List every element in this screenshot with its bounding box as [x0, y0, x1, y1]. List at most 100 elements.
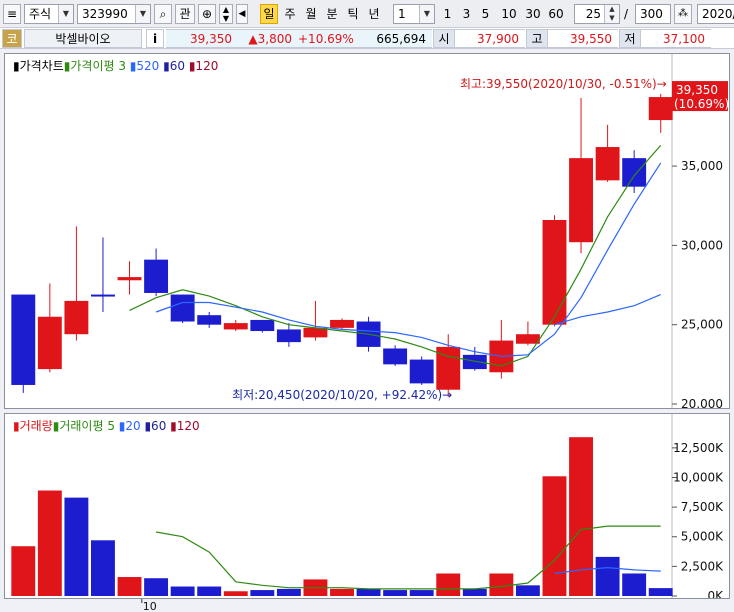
info-button[interactable]: i [146, 29, 164, 48]
candle-body [622, 158, 647, 187]
candle-body [91, 294, 115, 297]
total-input-value: 300 [640, 7, 663, 21]
count-slash: / [624, 7, 629, 21]
candle-body [170, 294, 195, 322]
code-input[interactable]: 323990 ▼ [77, 4, 151, 24]
chevron-down-icon[interactable]: ▼ [58, 5, 73, 23]
volume-bar [144, 578, 169, 596]
x-tick-label: 10 [143, 600, 157, 612]
open-label: 시 [433, 29, 455, 48]
menu-icon[interactable]: ≡ [3, 4, 21, 24]
interval-select[interactable]: 1 ▼ [393, 4, 435, 24]
volume-bar [117, 577, 142, 596]
y-tick-label: 5,000K [681, 530, 724, 544]
interval-5[interactable]: 5 [478, 4, 493, 24]
volume-bar [223, 591, 248, 596]
y-tick-label: 12,500K [673, 441, 724, 455]
legend-entry: ▮가격이평 [64, 59, 115, 73]
market-tag: 코 [2, 29, 22, 48]
spin-icon[interactable]: ▲ ▼ [219, 4, 233, 24]
count-input-value: 25 [585, 7, 601, 21]
y-tick-label: 20,000 [681, 397, 723, 408]
legend-entry: 3 [115, 59, 126, 73]
market-select-value: 주식 [29, 7, 52, 21]
volume-bar [409, 590, 434, 596]
high-annotation: 최고:39,550(2020/10/30, -0.51%)→ [460, 77, 667, 91]
last-price-label: 39,350 [676, 83, 718, 97]
search-button[interactable]: ⌕ [154, 4, 172, 24]
y-tick-label: 0K [707, 589, 724, 598]
legend-entry: 5 [104, 419, 115, 433]
code-input-value: 323990 [82, 7, 128, 21]
link-icon[interactable]: ⊕ [198, 4, 216, 24]
period-minute[interactable]: 분 [323, 4, 341, 24]
chevron-down-icon[interactable]: ▼ [135, 5, 150, 23]
volume-bar [276, 588, 301, 596]
legend-entry: ▮거래량 [13, 419, 53, 433]
candle-body [595, 147, 620, 181]
period-tick[interactable]: 틱 [344, 4, 362, 24]
volume-value: 665,694 [358, 29, 432, 48]
period-year[interactable]: 년 [365, 4, 383, 24]
y-tick-label: 7,500K [681, 500, 724, 514]
volume-legend: ▮거래량▮거래이평 5 ▮20 ▮60 ▮120 [13, 419, 200, 433]
chevron-down-icon[interactable]: ▼ [419, 5, 434, 23]
volume-chart-panel[interactable]: 0K 2,500K 5,000K 7,500K 10,000K 12,500K ▮거래량▮거… [4, 413, 730, 599]
candle-body [330, 319, 354, 328]
interval-10[interactable]: 10 [498, 4, 520, 24]
spin-icon[interactable]: ▲ ▼ [604, 5, 619, 23]
total-input[interactable]: 300 [635, 4, 671, 24]
volume-bar [170, 586, 195, 596]
legend-entry: ▮60 [159, 59, 185, 73]
favorite-button[interactable]: 관 [175, 4, 195, 24]
low-label: 저 [619, 29, 641, 48]
volume-bar [330, 588, 354, 596]
last-pct-label: (10.69%) [674, 97, 729, 111]
low-value: 37,100 [641, 29, 711, 48]
candle-body [648, 97, 673, 121]
candle-body [223, 323, 248, 330]
candle-body [197, 315, 222, 325]
y-tick-label: 30,000 [681, 238, 723, 252]
stock-name[interactable]: 박셀바이오 [24, 29, 142, 48]
count-input[interactable]: 25 ▲ ▼ [574, 4, 620, 24]
volume-bar [462, 588, 487, 596]
high-label: 고 [526, 29, 548, 48]
price-chart-panel[interactable]: 20,00025,00030,00035,00040,000▮가격차트▮가격이평… [4, 53, 730, 409]
interval-60[interactable]: 60 [545, 4, 567, 24]
candle-body [515, 334, 540, 344]
low-annotation: 최저:20,450(2020/10/20, +92.42%)→ [232, 388, 452, 402]
volume-bar [436, 573, 461, 596]
date-input[interactable]: 2020/ [697, 4, 734, 24]
price-legend: ▮가격차트▮가격이평 3 ▮520 ▮60 ▮120 [13, 59, 218, 73]
price-change-pct: +10.69% [298, 29, 358, 48]
grid-icon[interactable]: ⁂ [674, 4, 692, 24]
candle-body [37, 316, 62, 370]
quote-bar: 코 박셀바이오 i 39,350 ▲3,800 +10.69% 665,694 … [0, 28, 734, 49]
interval-1[interactable]: 1 [440, 4, 455, 24]
legend-entry: ▮5 [126, 59, 144, 73]
period-month[interactable]: 월 [302, 4, 320, 24]
market-select[interactable]: 주식 ▼ [24, 4, 74, 24]
current-price: 39,350 [166, 29, 238, 48]
y-tick-label: 35,000 [681, 159, 723, 173]
candle-body [276, 329, 301, 343]
period-day[interactable]: 일 [260, 4, 278, 24]
volume-bar [648, 588, 673, 596]
date-input-value: 2020/ [702, 7, 734, 21]
prev-icon[interactable]: ◀ [236, 4, 248, 24]
volume-bar [64, 497, 89, 596]
interval-select-value: 1 [398, 7, 406, 21]
period-week[interactable]: 주 [281, 4, 299, 24]
interval-3[interactable]: 3 [459, 4, 474, 24]
legend-entry: ▮20 [115, 419, 141, 433]
interval-30[interactable]: 30 [522, 4, 544, 24]
volume-bar [622, 573, 647, 596]
volume-bar [542, 476, 567, 596]
volume-bar [569, 437, 593, 596]
open-value: 37,900 [455, 29, 525, 48]
volume-bar [197, 586, 222, 596]
legend-entry: ▮120 [185, 59, 218, 73]
legend-entry: ▮60 [141, 419, 167, 433]
candle-body [462, 354, 487, 370]
